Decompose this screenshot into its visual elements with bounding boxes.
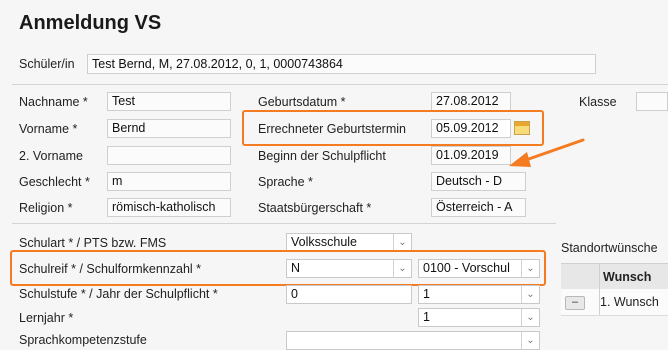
divider — [12, 84, 668, 85]
staatsbuerger-input[interactable]: Österreich - A — [431, 198, 526, 217]
vorname2-label: 2. Vorname — [19, 149, 83, 163]
table-column-divider — [599, 263, 600, 315]
vorname2-input[interactable] — [107, 146, 231, 165]
chevron-down-icon: ⌄ — [521, 286, 539, 303]
sprache-input[interactable]: Deutsch - D — [431, 172, 526, 191]
schulstufe-input[interactable]: 0 — [286, 285, 412, 304]
sprache-label: Sprache * — [258, 175, 313, 189]
geburtsdatum-input[interactable]: 27.08.2012 — [431, 92, 511, 111]
geschlecht-label: Geschlecht * — [19, 175, 90, 189]
jahr-schulpflicht-select[interactable]: 1 ⌄ — [418, 285, 540, 304]
remove-wunsch-button[interactable]: – — [565, 296, 585, 310]
staatsbuerger-label: Staatsbürgerschaft * — [258, 201, 372, 215]
chevron-down-icon: ⌄ — [521, 332, 539, 349]
schulpflicht-input[interactable]: 01.09.2019 — [431, 146, 511, 165]
klasse-input[interactable] — [636, 92, 668, 111]
schulart-label: Schulart * / PTS bzw. FMS — [19, 236, 167, 250]
highlight-schulreif — [10, 250, 546, 286]
wunsch-row: – 1. Wunsch — [561, 289, 668, 316]
geschlecht-input[interactable]: m — [107, 172, 231, 191]
schulpflicht-label: Beginn der Schulpflicht — [258, 149, 386, 163]
standortwuensche-title: Standortwünsche — [561, 241, 658, 255]
divider-lower — [12, 223, 556, 224]
chevron-down-icon: ⌄ — [393, 234, 411, 251]
lernjahr-value: 1 — [423, 310, 430, 324]
student-label: Schüler/in — [19, 57, 75, 71]
student-field[interactable]: Test Bernd, M, 27.08.2012, 0, 1, 0000743… — [87, 54, 596, 74]
page-title: Anmeldung VS — [19, 12, 162, 34]
religion-input[interactable]: römisch-katholisch — [107, 198, 231, 217]
sprachkompetenz-label: Sprachkompetenzstufe — [19, 333, 147, 347]
sprachkompetenz-select[interactable]: ⌄ — [286, 331, 540, 350]
religion-label: Religion * — [19, 201, 73, 215]
schulart-value: Volksschule — [291, 235, 358, 249]
highlight-geburtstermin — [242, 110, 544, 146]
nachname-label: Nachname * — [19, 95, 88, 109]
wunsch-table-header: Wunsch — [561, 263, 668, 291]
nachname-input[interactable]: Test — [107, 92, 231, 111]
arrow-annotation-icon — [509, 138, 585, 167]
schulstufe-label: Schulstufe * / Jahr der Schulpflicht * — [19, 287, 218, 301]
lernjahr-label: Lernjahr * — [19, 311, 74, 325]
geburtsdatum-label: Geburtsdatum * — [258, 95, 346, 109]
wunsch-row-label: 1. Wunsch — [600, 295, 659, 309]
wunsch-column-header: Wunsch — [603, 270, 652, 284]
vorname-input[interactable]: Bernd — [107, 119, 231, 138]
lernjahr-select[interactable]: 1 ⌄ — [418, 308, 540, 327]
chevron-down-icon: ⌄ — [521, 309, 539, 326]
vorname-label: Vorname * — [19, 122, 78, 136]
klasse-label: Klasse — [579, 95, 617, 109]
jahr-schulpflicht-value: 1 — [423, 287, 430, 301]
